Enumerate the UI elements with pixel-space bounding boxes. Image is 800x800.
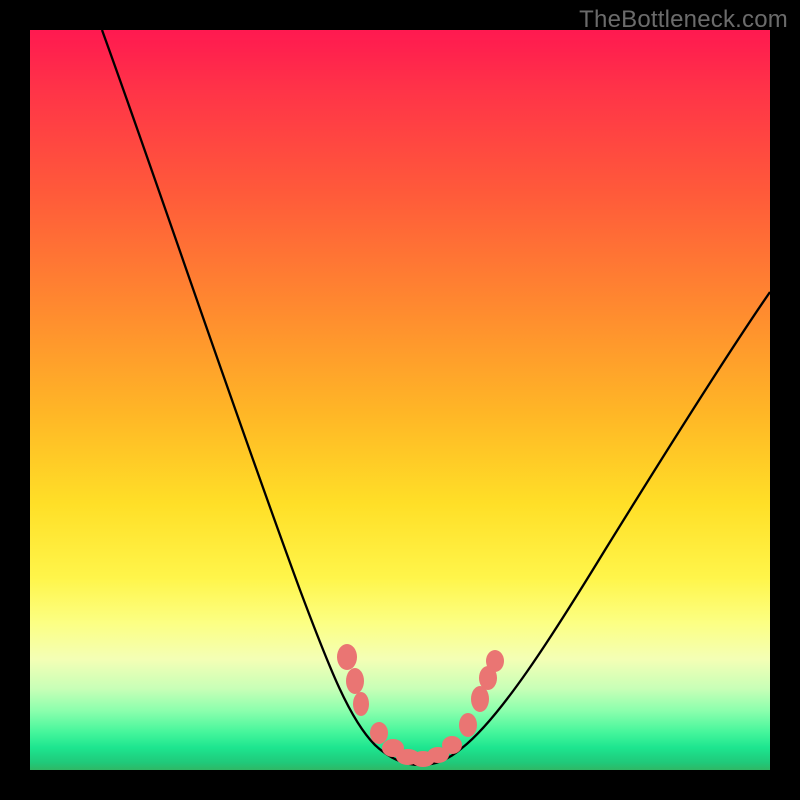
chart-frame: TheBottleneck.com: [0, 0, 800, 800]
curve-markers: [337, 644, 504, 767]
watermark-text: TheBottleneck.com: [579, 6, 788, 34]
chart-plot-area: [30, 30, 770, 770]
curve-path: [102, 30, 770, 765]
bottleneck-curve: [30, 30, 770, 770]
